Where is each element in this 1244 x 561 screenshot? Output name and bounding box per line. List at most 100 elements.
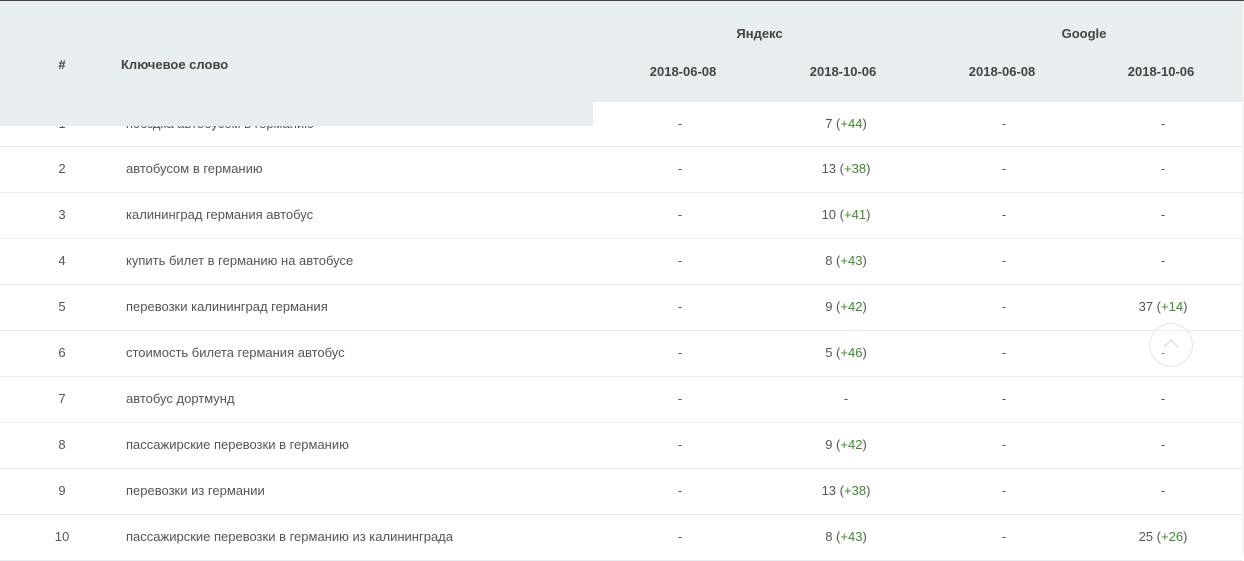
position-value: 37: [1138, 299, 1154, 314]
position-value: 5: [825, 345, 833, 360]
column-header-yandex-date-1[interactable]: 2018-06-08: [603, 64, 763, 79]
yandex-position-date-2: 9 (+42): [766, 423, 926, 467]
table-row: 9 перевозки из германии - 13 (+38) - -: [0, 469, 1242, 515]
row-keyword: автобусом в германию: [126, 161, 263, 176]
delta-paren-close: ): [866, 161, 871, 176]
row-number: 5: [58, 299, 66, 314]
google-position-date-1: -: [1001, 529, 1007, 544]
google-position-date-2: 37 (+14): [1083, 285, 1243, 329]
position-delta: +44: [840, 116, 863, 131]
position-value: 9: [825, 299, 833, 314]
yandex-position-date-1: -: [677, 437, 683, 452]
column-header-keyword[interactable]: Ключевое слово: [121, 57, 228, 72]
yandex-position-date-1: -: [677, 299, 683, 314]
google-position-date-1: -: [1001, 437, 1007, 452]
google-position-date-1: -: [1001, 253, 1007, 268]
row-keyword: пассажирские перевозки в германию из кал…: [126, 529, 453, 544]
google-position-date-1: -: [1001, 207, 1007, 222]
position-delta: +43: [840, 253, 863, 268]
row-number: 8: [58, 437, 66, 452]
row-number: 7: [58, 391, 66, 406]
table-row: 8 пассажирские перевозки в германию - 9 (+4…: [0, 423, 1242, 469]
delta-paren-close: ): [1183, 299, 1188, 314]
yandex-position-date-1: -: [677, 391, 683, 406]
google-position-date-2: -: [1160, 391, 1166, 406]
yandex-position-date-2: 13 (+38): [766, 469, 926, 513]
row-keyword: пассажирские перевозки в германию: [126, 437, 349, 452]
yandex-position-date-1: -: [677, 483, 683, 498]
positions-table-body: 1поездка автобусом в германию-7 (+44)--2…: [0, 102, 1242, 561]
table-header-engines: Яндекс Google 2018-06-08 2018-10-06 2018…: [593, 1, 1242, 102]
position-value: 8: [825, 529, 833, 544]
row-number: 10: [54, 529, 70, 544]
google-position-date-2: -: [1160, 253, 1166, 268]
table-row: 10 пассажирские перевозки в германию из к…: [0, 515, 1242, 561]
delta-paren-close: ): [862, 437, 867, 452]
row-keyword: перевозки из германии: [126, 483, 265, 498]
row-keyword: купить билет в германию на автобусе: [126, 253, 354, 268]
row-number: 2: [58, 161, 66, 176]
google-position-date-2: -: [1160, 116, 1166, 131]
yandex-position-date-1: -: [677, 253, 683, 268]
yandex-position-date-2: 7 (+44): [766, 102, 926, 146]
position-delta: +42: [840, 437, 863, 452]
column-group-google: Google: [1061, 26, 1107, 41]
yandex-position-date-2: 13 (+38): [766, 147, 926, 191]
position-value: 9: [825, 437, 833, 452]
position-delta: +41: [844, 207, 867, 222]
delta-paren-close: ): [862, 529, 867, 544]
delta-paren-close: ): [862, 253, 867, 268]
yandex-position-date-2: 8 (+43): [766, 239, 926, 283]
position-value: 7: [825, 116, 833, 131]
position-value: 8: [825, 253, 833, 268]
position-value: 13: [821, 161, 837, 176]
google-position-date-2: -: [1160, 161, 1166, 176]
delta-paren-close: ): [866, 483, 871, 498]
yandex-position-date-2: -: [843, 391, 849, 406]
chevron-up-icon: [1163, 338, 1179, 348]
column-header-yandex-date-2[interactable]: 2018-10-06: [763, 64, 923, 79]
position-delta: +14: [1161, 299, 1184, 314]
position-value: 10: [821, 207, 837, 222]
column-group-yandex: Яндекс: [736, 26, 783, 41]
table-row: 7 автобус дортмунд - - - -: [0, 377, 1242, 423]
yandex-position-date-1: -: [677, 529, 683, 544]
google-position-date-2: -: [1160, 483, 1166, 498]
position-delta: +43: [840, 529, 863, 544]
row-number: 4: [58, 253, 66, 268]
row-keyword: перевозки калининград германия: [126, 299, 328, 314]
column-header-number[interactable]: #: [0, 57, 124, 72]
table-row: 5 перевозки калининград германия - 9 (+42) -…: [0, 285, 1242, 331]
google-position-date-1: -: [1001, 116, 1007, 131]
row-keyword: калининград германия автобус: [126, 207, 314, 222]
row-keyword: автобус дортмунд: [126, 391, 235, 406]
google-position-date-1: -: [1001, 345, 1007, 360]
position-value: 13: [821, 483, 837, 498]
yandex-position-date-1: -: [677, 116, 683, 131]
table-row: 4 купить билет в германию на автобусе - 8 (…: [0, 239, 1242, 285]
table-row: 6 стоимость билета германия автобус - 5 (+4…: [0, 331, 1242, 377]
delta-paren-close: ): [866, 207, 871, 222]
delta-paren-close: ): [862, 299, 867, 314]
position-delta: +38: [844, 161, 867, 176]
yandex-position-date-2: 10 (+41): [766, 193, 926, 237]
scroll-to-top-button[interactable]: [1149, 323, 1193, 367]
position-delta: +46: [840, 345, 863, 360]
column-header-google-date-1[interactable]: 2018-06-08: [922, 64, 1082, 79]
row-keyword: стоимость билета германия автобус: [126, 345, 345, 360]
row-number: 6: [58, 345, 66, 360]
google-position-date-2: -: [1160, 437, 1166, 452]
column-header-google-date-2[interactable]: 2018-10-06: [1081, 64, 1241, 79]
google-position-date-1: -: [1001, 299, 1007, 314]
table-row: 2 автобусом в германию - 13 (+38) - -: [0, 147, 1242, 193]
delta-paren-close: ): [862, 345, 867, 360]
google-position-date-2: -: [1160, 207, 1166, 222]
delta-paren-close: ): [1183, 529, 1188, 544]
google-position-date-1: -: [1001, 483, 1007, 498]
google-position-date-2: 25 (+26): [1083, 515, 1243, 559]
position-delta: +26: [1161, 529, 1184, 544]
yandex-position-date-2: 5 (+46): [766, 331, 926, 375]
yandex-position-date-1: -: [677, 161, 683, 176]
position-delta: +42: [840, 299, 863, 314]
yandex-position-date-2: 8 (+43): [766, 515, 926, 559]
